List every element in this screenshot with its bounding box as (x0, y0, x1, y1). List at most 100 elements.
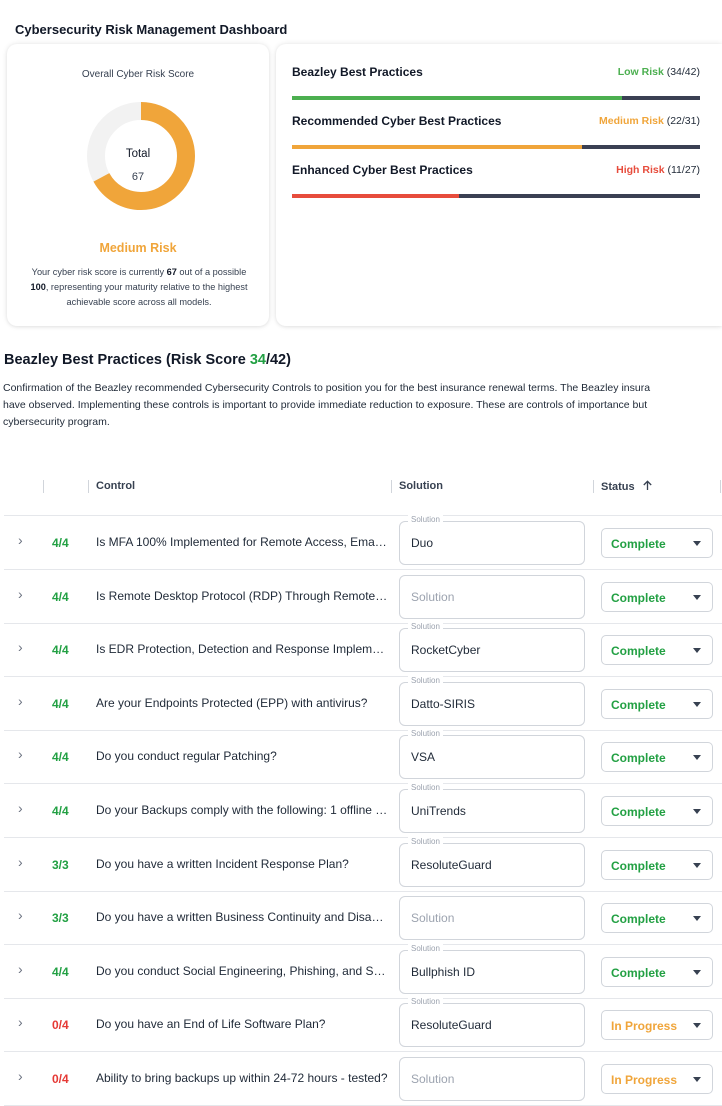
status-select[interactable]: Complete (601, 635, 713, 666)
status-select[interactable]: Complete (601, 528, 713, 558)
table-row[interactable]: › 4/4 Do you conduct regular Patching? Solu… (4, 729, 722, 785)
solution-field[interactable]: Solution (399, 1057, 585, 1101)
table-row[interactable]: › 4/4 Do you conduct Social Engineering, P… (4, 943, 722, 999)
solution-field[interactable]: Solution VSA (399, 729, 585, 780)
status-select[interactable]: Complete (601, 956, 713, 987)
column-header-solution[interactable]: Solution (399, 480, 443, 492)
solution-value: ResoluteGuard (411, 1018, 492, 1033)
row-control: Is EDR Protection, Detection and Respons… (96, 642, 388, 657)
solution-legend: Solution (408, 783, 443, 792)
solution-field[interactable]: Solution ResoluteGuard (399, 836, 585, 887)
caret-down-icon[interactable] (693, 916, 701, 922)
solution-field[interactable]: Solution (399, 574, 585, 619)
practice-status: Low Risk (34/42) (617, 66, 700, 78)
caret-down-icon[interactable] (693, 541, 701, 546)
status-value: Complete (611, 644, 666, 659)
chevron-right-icon[interactable]: › (18, 532, 23, 548)
column-separator (593, 480, 594, 493)
status-select[interactable]: In Progress (601, 1010, 713, 1041)
solution-field[interactable]: Solution Datto-SIRIS (399, 675, 585, 726)
solution-field[interactable]: Solution RocketCyber (399, 622, 585, 673)
status-select[interactable]: Complete (601, 688, 713, 719)
solution-value: Datto-SIRIS (411, 696, 476, 711)
status-value: Complete (611, 590, 666, 605)
table-row[interactable]: › 3/3 Do you have a written Business Conti… (4, 891, 722, 946)
practice-progress-bar (292, 145, 700, 149)
column-separator (720, 480, 721, 493)
chevron-right-icon[interactable]: › (18, 693, 23, 709)
status-select[interactable]: Complete (601, 796, 713, 826)
solution-field[interactable]: Solution Duo (399, 515, 585, 565)
table-row[interactable]: › 4/4 Are your Endpoints Protected (EPP) w… (4, 675, 722, 731)
arrow-up-icon[interactable] (642, 480, 653, 491)
solution-legend: Solution (408, 997, 443, 1007)
column-separator (43, 480, 44, 493)
row-score: 3/3 (52, 857, 69, 872)
risk-level-label: Medium Risk (99, 241, 177, 255)
solution-value: Duo (411, 536, 434, 550)
table-row[interactable]: › 4/4 Is EDR Protection, Detection and Res… (4, 622, 722, 678)
solution-field[interactable]: Solution (399, 896, 585, 941)
app-title: Cybersecurity Risk Management Dashboard (15, 22, 288, 37)
row-score: 4/4 (52, 643, 69, 658)
solution-legend: Solution (408, 622, 443, 632)
row-control: Is Remote Desktop Protocol (RDP) Through… (96, 588, 388, 603)
solution-value: ResoluteGuard (411, 857, 492, 872)
row-control: Do you conduct Social Engineering, Phish… (96, 963, 388, 978)
table-row[interactable]: › 3/3 Do you have a written Incident Respo… (4, 836, 722, 892)
solution-field[interactable]: Solution Bullphish ID (399, 943, 585, 994)
chevron-right-icon[interactable]: › (18, 746, 23, 762)
row-control: Do you have a written Business Continuit… (96, 910, 388, 925)
status-value: Complete (611, 858, 666, 873)
row-score: 0/4 (52, 1018, 69, 1033)
solution-field[interactable]: Solution UniTrends (399, 783, 585, 833)
chevron-right-icon[interactable]: › (18, 961, 23, 977)
column-header-status[interactable]: Status (601, 480, 653, 493)
donut-score-value: 67 (131, 171, 145, 183)
practice-status: High Risk (11/27) (616, 164, 700, 176)
practice-progress-fill (292, 145, 582, 149)
status-select[interactable]: Complete (601, 581, 713, 612)
solution-legend: Solution (408, 675, 443, 685)
column-header-control[interactable]: Control (96, 480, 135, 492)
chevron-right-icon[interactable]: › (18, 1068, 23, 1084)
status-value: Complete (611, 965, 666, 980)
caret-down-icon[interactable] (693, 969, 701, 975)
chevron-right-icon[interactable]: › (18, 854, 23, 870)
caret-down-icon[interactable] (693, 1023, 701, 1029)
status-value: In Progress (611, 1073, 678, 1087)
table-row[interactable]: › 4/4 Do your Backups comply with the foll… (4, 783, 722, 838)
caret-down-icon[interactable] (693, 809, 701, 814)
status-select[interactable]: In Progress (601, 1064, 713, 1094)
solution-legend: Solution (408, 943, 443, 953)
practice-name: Enhanced Cyber Best Practices (292, 163, 473, 177)
table-row[interactable]: › 0/4 Do you have an End of Life Software … (4, 997, 722, 1053)
table-row[interactable]: › 0/4 Ability to bring backups up within 2… (4, 1052, 722, 1106)
row-control: Is MFA 100% Implemented for Remote Acces… (96, 535, 388, 549)
caret-down-icon[interactable] (693, 594, 701, 600)
row-control: Ability to bring backups up within 24-72… (96, 1071, 388, 1085)
chevron-right-icon[interactable]: › (18, 639, 23, 655)
caret-down-icon[interactable] (693, 862, 701, 868)
table-row[interactable]: › 4/4 Is Remote Desktop Protocol (RDP) Thr… (4, 570, 722, 624)
row-score: 4/4 (52, 804, 69, 818)
status-select[interactable]: Complete (601, 742, 713, 773)
caret-down-icon[interactable] (693, 755, 701, 761)
status-value: Complete (611, 697, 666, 712)
section-description: Confirmation of the Beazley recommended … (3, 382, 651, 428)
status-select[interactable]: Complete (601, 903, 713, 934)
solution-placeholder: Solution (411, 1072, 455, 1086)
row-score: 4/4 (52, 696, 69, 711)
chevron-right-icon[interactable]: › (18, 907, 23, 923)
table-row[interactable]: › 4/4 Is MFA 100% Implemented for Remote A… (4, 515, 722, 570)
caret-down-icon[interactable] (693, 701, 701, 707)
chevron-right-icon[interactable]: › (18, 586, 23, 602)
status-select[interactable]: Complete (601, 849, 713, 880)
score-card-title: Overall Cyber Risk Score (81, 69, 195, 80)
caret-down-icon[interactable] (693, 1077, 701, 1082)
chevron-right-icon[interactable]: › (18, 1014, 23, 1030)
row-score: 4/4 (52, 750, 69, 765)
solution-field[interactable]: Solution ResoluteGuard (399, 997, 585, 1048)
caret-down-icon[interactable] (693, 648, 701, 654)
chevron-right-icon[interactable]: › (18, 800, 23, 816)
